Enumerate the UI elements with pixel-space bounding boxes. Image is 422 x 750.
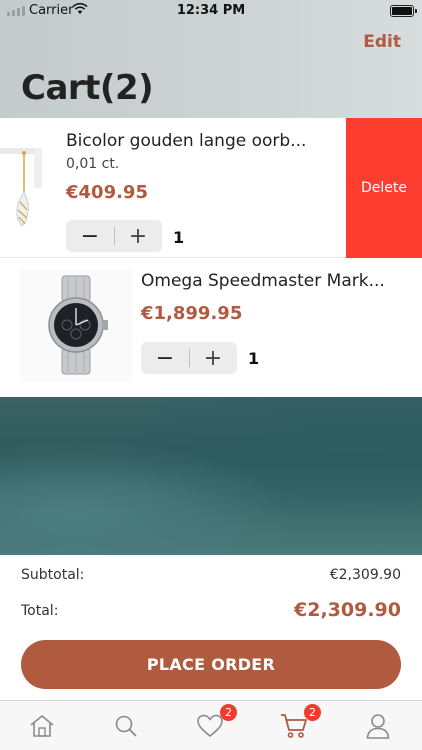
- watch-image: [20, 270, 132, 382]
- tab-cart[interactable]: 2: [252, 701, 336, 750]
- delete-button[interactable]: Delete: [346, 118, 422, 258]
- earring-image: [0, 148, 42, 227]
- favorites-badge: 2: [220, 704, 237, 721]
- status-bar: Carrier 12:34 PM: [0, 0, 422, 22]
- heart-icon: [197, 714, 223, 738]
- quantity-stepper: − +: [141, 342, 237, 374]
- item-name[interactable]: Omega Speedmaster Mark...: [141, 271, 385, 291]
- increase-button[interactable]: +: [189, 342, 237, 374]
- home-icon: [30, 714, 54, 737]
- decrease-button[interactable]: −: [141, 342, 189, 374]
- increase-button[interactable]: +: [114, 220, 162, 252]
- tab-search[interactable]: [84, 701, 168, 750]
- order-summary: Subtotal: €2,309.90 Total: €2,309.90 PLA…: [0, 555, 422, 700]
- subtotal-value: €2,309.90: [329, 567, 401, 583]
- page-title: Cart(2): [21, 68, 154, 108]
- profile-icon: [366, 714, 390, 739]
- background-blur: [0, 397, 422, 555]
- edit-button[interactable]: Edit: [363, 32, 401, 52]
- cart-item[interactable]: Omega Speedmaster Mark... €1,899.95 − + …: [0, 258, 422, 397]
- item-price: €409.95: [66, 182, 148, 203]
- item-subtitle: 0,01 ct.: [66, 156, 120, 172]
- battery-icon: [390, 5, 417, 17]
- search-icon: [115, 715, 137, 737]
- item-name[interactable]: Bicolor gouden lange oorb...: [66, 131, 306, 151]
- item-price: €1,899.95: [141, 303, 243, 324]
- status-time: 12:34 PM: [176, 3, 246, 18]
- quantity-stepper: − +: [66, 220, 162, 252]
- tab-home[interactable]: [0, 701, 84, 750]
- cart-badge: 2: [304, 704, 321, 721]
- total-value: €2,309.90: [294, 599, 401, 621]
- tab-favorites[interactable]: 2: [168, 701, 252, 750]
- quantity-value: 1: [173, 228, 185, 247]
- subtotal-label: Subtotal:: [21, 567, 85, 583]
- cart-icon: [281, 714, 307, 738]
- quantity-value: 1: [248, 349, 260, 368]
- decrease-button[interactable]: −: [66, 220, 114, 252]
- place-order-button[interactable]: PLACE ORDER: [21, 640, 401, 689]
- tab-bar: 2 2: [0, 700, 422, 750]
- total-label: Total:: [21, 603, 59, 619]
- tab-profile[interactable]: [336, 701, 420, 750]
